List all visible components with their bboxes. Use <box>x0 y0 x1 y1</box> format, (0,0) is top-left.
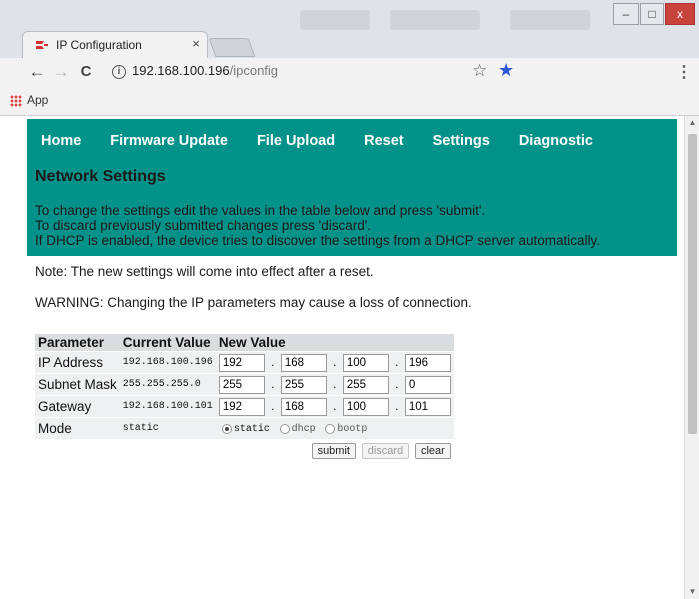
forward-arrow-icon[interactable]: → <box>51 62 71 82</box>
ip-octet-1-input[interactable] <box>218 353 265 372</box>
note-text: Note: The new settings will come into ef… <box>35 264 374 279</box>
page-scrollbar[interactable]: ▲ ▼ <box>684 116 699 599</box>
main-content: Network Settings To change the settings … <box>35 168 675 310</box>
octet-separator: . <box>271 398 275 413</box>
nav-settings[interactable]: Settings <box>433 133 490 149</box>
intro-line: To change the settings edit the values i… <box>35 203 486 218</box>
extension-star-icon[interactable]: ★ <box>498 60 514 81</box>
ip-octet-4-input[interactable] <box>404 353 451 372</box>
current-value: static <box>119 417 216 440</box>
mask-octet-2-input[interactable] <box>280 375 327 394</box>
browser-menu-icon[interactable]: ⋮ <box>676 62 692 82</box>
gateway-octet-2-input[interactable] <box>280 397 327 416</box>
nav-diagnostic[interactable]: Diagnostic <box>519 133 593 149</box>
octet-separator: . <box>271 354 275 369</box>
table-row: Gateway 192.168.100.101 ... <box>35 395 454 418</box>
tab-close-icon[interactable]: × <box>189 36 203 51</box>
window-close-icon[interactable]: x <box>665 3 695 25</box>
current-value: 255.255.255.0 <box>119 373 216 396</box>
table-row: submit discard clear <box>35 439 454 462</box>
scroll-thumb[interactable] <box>688 134 697 434</box>
intro-line: If DHCP is enabled, the device tries to … <box>35 233 600 248</box>
mode-static-radio[interactable] <box>221 424 232 435</box>
mode-static-label: static <box>233 423 270 435</box>
octet-separator: . <box>333 376 337 391</box>
mask-octet-1-input[interactable] <box>218 375 265 394</box>
gateway-octet-4-input[interactable] <box>404 397 451 416</box>
site-favicon-icon <box>36 41 48 49</box>
tab-title: IP Configuration <box>56 38 142 52</box>
nav-home[interactable]: Home <box>41 133 81 149</box>
url-text[interactable]: 192.168.100.196/ipconfig <box>132 63 278 78</box>
address-bar[interactable]: i 192.168.100.196/ipconfig <box>100 60 520 84</box>
ip-octet-3-input[interactable] <box>342 353 389 372</box>
nav-firmware-update[interactable]: Firmware Update <box>110 133 228 149</box>
octet-separator: . <box>333 398 337 413</box>
mode-dhcp-label: dhcp <box>291 423 316 435</box>
nav-reset[interactable]: Reset <box>364 133 404 149</box>
param-label: Mode <box>35 417 120 440</box>
new-value-cell: ... <box>215 395 454 418</box>
blurred-region <box>390 10 480 30</box>
param-label: IP Address <box>35 351 120 374</box>
octet-separator: . <box>271 376 275 391</box>
window-minimize-icon[interactable]: – <box>613 3 639 25</box>
table-row: IP Address 192.168.100.196 ... <box>35 351 454 374</box>
scroll-down-arrow-icon[interactable]: ▼ <box>685 585 699 599</box>
warning-text: WARNING: Changing the IP parameters may … <box>35 295 472 310</box>
mode-bootp-label: bootp <box>337 423 368 435</box>
reload-icon[interactable]: C <box>76 63 96 80</box>
table-header-row: Parameter Current Value New Value <box>35 334 454 352</box>
back-arrow-icon[interactable]: ← <box>27 62 47 82</box>
column-header: Parameter <box>35 334 120 352</box>
url-path: /ipconfig <box>229 63 279 78</box>
octet-separator: . <box>395 354 399 369</box>
mode-dhcp-radio[interactable] <box>279 424 290 435</box>
param-label: Subnet Mask <box>35 373 120 396</box>
new-tab-button[interactable] <box>208 38 256 57</box>
column-header: Current Value <box>119 334 216 352</box>
param-label: Gateway <box>35 395 120 418</box>
current-value: 192.168.100.196 <box>119 351 216 374</box>
octet-separator: . <box>395 376 399 391</box>
octet-separator: . <box>333 354 337 369</box>
apps-label: App <box>27 93 49 107</box>
octet-separator: . <box>395 398 399 413</box>
scroll-up-arrow-icon[interactable]: ▲ <box>685 116 699 130</box>
discard-button[interactable]: discard <box>361 443 410 460</box>
table-row: Subnet Mask 255.255.255.0 ... <box>35 373 454 396</box>
submit-button[interactable]: submit <box>311 443 356 460</box>
button-row: submit discard clear <box>35 439 454 462</box>
info-icon[interactable]: i <box>112 65 126 79</box>
blurred-region <box>300 10 370 30</box>
window-maximize-icon[interactable]: □ <box>640 3 664 25</box>
ip-octet-2-input[interactable] <box>280 353 327 372</box>
mask-octet-4-input[interactable] <box>404 375 451 394</box>
browser-toolbar: ← → C i 192.168.100.196/ipconfig ☆ ★ ⋮ A… <box>0 58 699 116</box>
gateway-octet-1-input[interactable] <box>218 397 265 416</box>
mode-options: static dhcp bootp <box>215 417 454 440</box>
apps-grid-icon <box>10 95 22 107</box>
new-value-cell: ... <box>215 351 454 374</box>
blurred-region <box>510 10 590 30</box>
table-row: Mode static static dhcp bootp <box>35 417 454 440</box>
bookmark-star-icon[interactable]: ☆ <box>472 61 487 81</box>
clear-button[interactable]: clear <box>414 443 451 460</box>
network-settings-table: Parameter Current Value New Value IP Add… <box>35 334 454 462</box>
gateway-octet-3-input[interactable] <box>342 397 389 416</box>
page-title: Network Settings <box>35 168 166 185</box>
column-header: New Value <box>215 334 454 352</box>
mode-bootp-radio[interactable] <box>325 424 336 435</box>
browser-tab[interactable]: IP Configuration × <box>22 31 208 58</box>
mask-octet-3-input[interactable] <box>342 375 389 394</box>
url-host: 192.168.100.196 <box>132 63 230 78</box>
browser-titlebar: IP Configuration × – □ x <box>0 0 699 58</box>
site-nav: Home Firmware Update File Upload Reset S… <box>41 133 622 149</box>
intro-line: To discard previously submitted changes … <box>35 218 372 233</box>
current-value: 192.168.100.101 <box>119 395 216 418</box>
nav-file-upload[interactable]: File Upload <box>257 133 335 149</box>
new-value-cell: ... <box>215 373 454 396</box>
